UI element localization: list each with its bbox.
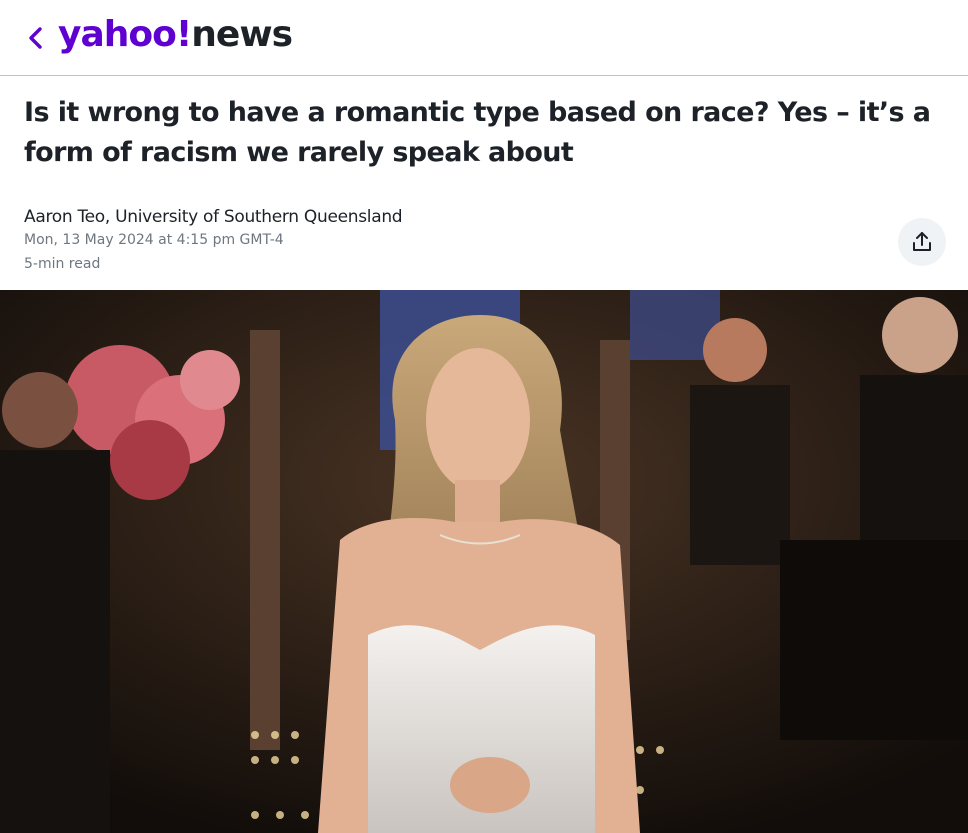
top-navigation-bar: yahoo! news (0, 0, 968, 76)
article-author[interactable]: Aaron Teo, University of Southern Queens… (24, 207, 403, 227)
article-headline: Is it wrong to have a romantic type base… (24, 97, 931, 168)
yahoo-news-logo[interactable]: yahoo! news (58, 14, 293, 58)
article-read-time: 5-min read (24, 256, 101, 272)
chevron-left-icon (29, 27, 42, 49)
article-hero-image[interactable] (0, 290, 968, 833)
logo-news-text: news (191, 14, 293, 55)
back-button[interactable] (18, 20, 54, 56)
share-icon (913, 232, 931, 251)
share-button[interactable] (898, 218, 946, 266)
hero-photo (0, 290, 968, 833)
logo-yahoo-text: yahoo! (58, 14, 192, 55)
article-date: Mon, 13 May 2024 at 4:15 pm GMT-4 (24, 232, 284, 248)
